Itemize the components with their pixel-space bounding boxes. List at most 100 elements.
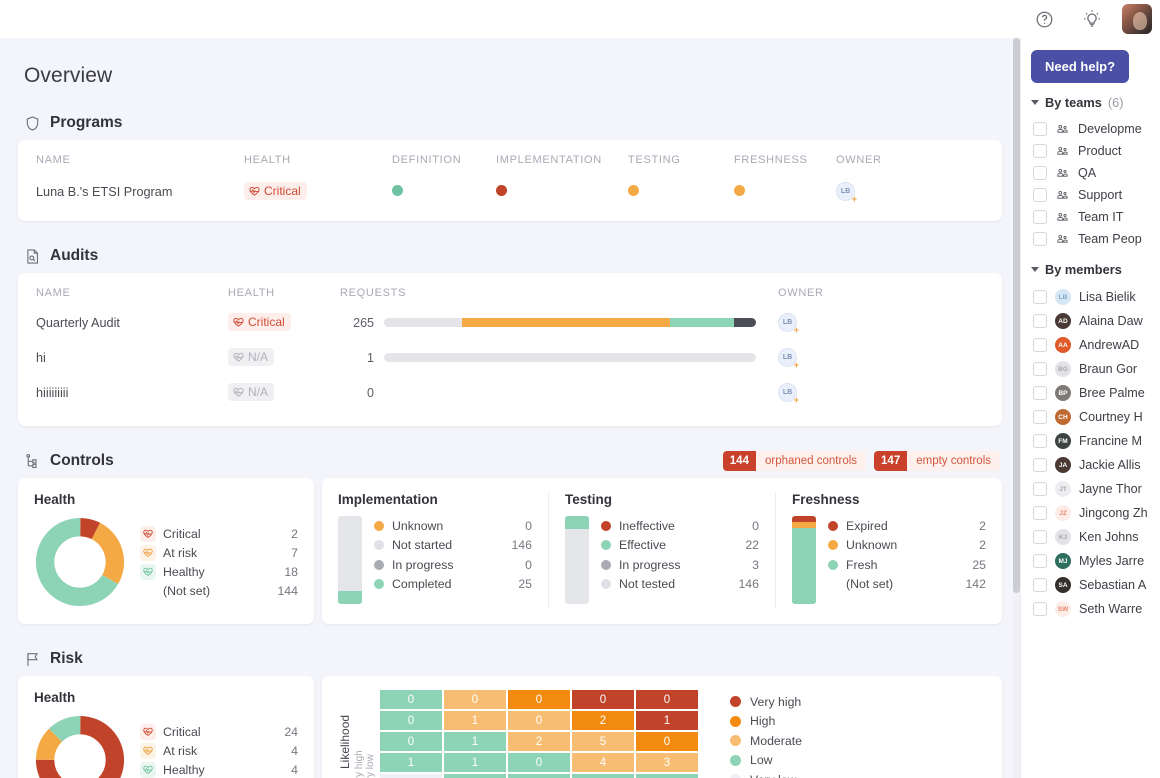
- filters-panel: Need help? By teams (6) Developme Produc…: [1020, 38, 1160, 778]
- checkbox[interactable]: [1033, 410, 1047, 424]
- checkbox[interactable]: [1033, 362, 1047, 376]
- matrix-row: 01021: [380, 711, 702, 730]
- member-filter-row[interactable]: MJ Myles Jarre: [1021, 549, 1160, 573]
- checkbox[interactable]: [1033, 386, 1047, 400]
- matrix-cell[interactable]: 4: [572, 753, 634, 772]
- matrix-cell[interactable]: 2: [444, 774, 506, 778]
- matrix-cell[interactable]: 1: [636, 774, 698, 778]
- orphaned-controls-badge[interactable]: 144 orphaned controls: [722, 451, 867, 471]
- member-filter-row[interactable]: JA Jackie Allis: [1021, 453, 1160, 477]
- member-label: Jackie Allis: [1079, 458, 1141, 472]
- freshness-status-dot: [734, 184, 745, 196]
- checkbox[interactable]: [1033, 578, 1047, 592]
- bar-segment: [565, 516, 589, 530]
- empty-controls-badge[interactable]: 147 empty controls: [874, 451, 1000, 471]
- member-filter-row[interactable]: BP Bree Palme: [1021, 381, 1160, 405]
- checkbox[interactable]: [1033, 166, 1047, 180]
- legend-value: 25: [518, 577, 532, 592]
- matrix-cell[interactable]: 0: [380, 711, 442, 730]
- matrix-cell[interactable]: 1: [380, 774, 442, 778]
- list-item: Expired 2: [828, 516, 986, 536]
- member-label: Lisa Bielik: [1079, 290, 1136, 304]
- main-scrollbar[interactable]: [1013, 38, 1020, 778]
- matrix-cell[interactable]: 0: [508, 753, 570, 772]
- checkbox[interactable]: [1033, 232, 1047, 246]
- matrix-cell[interactable]: 0: [636, 690, 698, 709]
- checkbox[interactable]: [1033, 144, 1047, 158]
- user-avatar[interactable]: [1122, 4, 1152, 34]
- audit-owner[interactable]: LB: [756, 348, 984, 370]
- chevron-down-icon: [1031, 100, 1039, 105]
- member-filter-row[interactable]: AA AndrewAD: [1021, 333, 1160, 357]
- matrix-cell[interactable]: 1: [380, 753, 442, 772]
- checkbox[interactable]: [1033, 122, 1047, 136]
- matrix-cell[interactable]: 0: [444, 690, 506, 709]
- table-row[interactable]: Quarterly Audit Critical 265 LB: [18, 305, 1002, 340]
- checkbox[interactable]: [1033, 602, 1047, 616]
- matrix-cell[interactable]: 0: [380, 690, 442, 709]
- checkbox[interactable]: [1033, 314, 1047, 328]
- by-members-group-header[interactable]: By members: [1021, 250, 1160, 285]
- checkbox[interactable]: [1033, 210, 1047, 224]
- matrix-cell[interactable]: 1: [444, 711, 506, 730]
- member-filter-row[interactable]: SA Sebastian A: [1021, 573, 1160, 597]
- team-filter-row[interactable]: Developme: [1021, 118, 1160, 140]
- matrix-cell[interactable]: 0: [380, 732, 442, 751]
- matrix-cell[interactable]: 0: [636, 732, 698, 751]
- checkbox[interactable]: [1033, 188, 1047, 202]
- matrix-cell[interactable]: 1: [444, 732, 506, 751]
- checkbox[interactable]: [1033, 290, 1047, 304]
- member-filter-row[interactable]: CH Courtney H: [1021, 405, 1160, 429]
- checkbox[interactable]: [1033, 554, 1047, 568]
- legend-dot: [601, 520, 611, 531]
- table-row[interactable]: hi N/A 1 LB: [18, 340, 1002, 375]
- matrix-cell[interactable]: 0: [572, 690, 634, 709]
- matrix-cell[interactable]: 1: [508, 774, 570, 778]
- programs-title: Programs: [50, 114, 123, 131]
- member-filter-row[interactable]: JZ Jingcong Zh: [1021, 501, 1160, 525]
- checkbox[interactable]: [1033, 482, 1047, 496]
- team-filter-row[interactable]: Product: [1021, 140, 1160, 162]
- member-filter-row[interactable]: KJ Ken Johns: [1021, 525, 1160, 549]
- member-filter-row[interactable]: LB Lisa Bielik: [1021, 285, 1160, 309]
- matrix-cell[interactable]: 2: [508, 732, 570, 751]
- list-item: Effective 22: [601, 536, 759, 556]
- help-button[interactable]: [1020, 0, 1068, 38]
- matrix-cell[interactable]: 1: [636, 711, 698, 730]
- member-filter-row[interactable]: SW Seth Warre: [1021, 597, 1160, 621]
- by-teams-count: (6): [1107, 95, 1124, 110]
- member-filter-row[interactable]: FM Francine M: [1021, 429, 1160, 453]
- checkbox[interactable]: [1033, 338, 1047, 352]
- audit-owner[interactable]: LB: [756, 383, 984, 405]
- member-filter-row[interactable]: BG Braun Gor: [1021, 357, 1160, 381]
- checkbox[interactable]: [1033, 458, 1047, 472]
- tips-button[interactable]: [1068, 0, 1116, 38]
- matrix-cell[interactable]: 1: [444, 753, 506, 772]
- scrollbar-thumb[interactable]: [1013, 38, 1020, 593]
- member-filter-row[interactable]: AD Alaina Daw: [1021, 309, 1160, 333]
- table-row[interactable]: hiiiiiiiii N/A 0 LB: [18, 375, 1002, 410]
- matrix-cell[interactable]: 6: [572, 774, 634, 778]
- matrix-cell[interactable]: 3: [636, 753, 698, 772]
- checkbox[interactable]: [1033, 434, 1047, 448]
- matrix-cell[interactable]: 0: [508, 690, 570, 709]
- matrix-cell[interactable]: 2: [572, 711, 634, 730]
- team-filter-row[interactable]: Support: [1021, 184, 1160, 206]
- audit-owner[interactable]: LB: [756, 313, 984, 335]
- legend-label: Ineffective: [619, 518, 675, 533]
- member-filter-row[interactable]: JT Jayne Thor: [1021, 477, 1160, 501]
- matrix-cell[interactable]: 0: [508, 711, 570, 730]
- team-filter-row[interactable]: Team Peop: [1021, 228, 1160, 250]
- controls-health-donut: [35, 517, 125, 607]
- matrix-cell[interactable]: 5: [572, 732, 634, 751]
- checkbox[interactable]: [1033, 506, 1047, 520]
- controls-section-header: Controls 144 orphaned controls 147 empty…: [24, 451, 1008, 471]
- checkbox[interactable]: [1033, 530, 1047, 544]
- program-owner[interactable]: LB: [836, 182, 926, 204]
- team-filter-row[interactable]: QA: [1021, 162, 1160, 184]
- team-filter-row[interactable]: Team IT: [1021, 206, 1160, 228]
- table-row[interactable]: Luna B.'s ETSI Program Critical LB +: [18, 172, 1002, 207]
- need-help-button[interactable]: Need help?: [1031, 50, 1130, 83]
- legend-label: Moderate: [750, 733, 802, 748]
- by-teams-group-header[interactable]: By teams (6): [1021, 83, 1160, 118]
